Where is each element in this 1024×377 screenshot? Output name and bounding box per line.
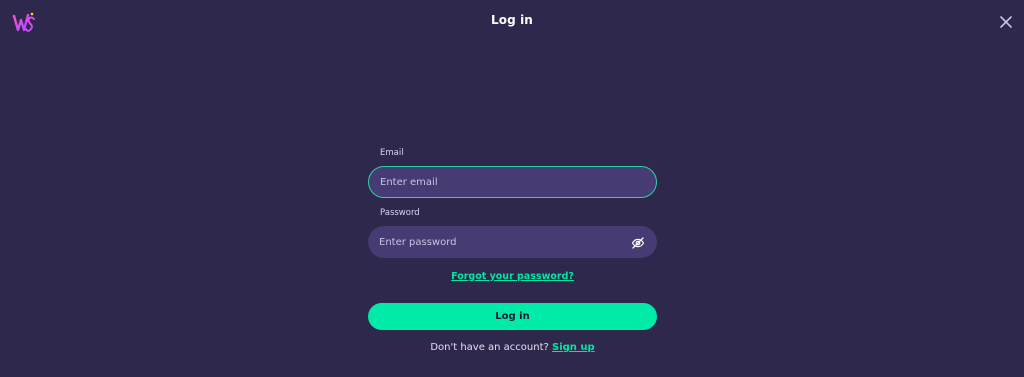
email-label: Email <box>380 148 404 158</box>
login-page: Log in Email Password Forgot your passwo… <box>0 0 1024 377</box>
login-button[interactable]: Log in <box>368 303 657 330</box>
login-form: Email Password Forgot your password? Log… <box>368 148 657 353</box>
signup-prompt: Don't have an account? <box>430 342 549 353</box>
close-button[interactable] <box>997 13 1015 31</box>
password-field-wrapper <box>368 226 657 258</box>
signup-row: Don't have an account? Sign up <box>368 342 657 353</box>
password-field[interactable] <box>368 226 657 258</box>
email-field[interactable] <box>369 167 656 197</box>
forgot-password-link[interactable]: Forgot your password? <box>451 271 574 282</box>
signup-link[interactable]: Sign up <box>552 342 595 353</box>
page-title: Log in <box>491 13 533 27</box>
password-label: Password <box>380 208 420 218</box>
forgot-password-row: Forgot your password? <box>368 271 657 282</box>
eye-off-icon <box>631 237 645 249</box>
email-field-wrapper <box>368 166 657 198</box>
toggle-password-visibility[interactable] <box>631 235 645 249</box>
close-icon <box>1000 16 1012 28</box>
